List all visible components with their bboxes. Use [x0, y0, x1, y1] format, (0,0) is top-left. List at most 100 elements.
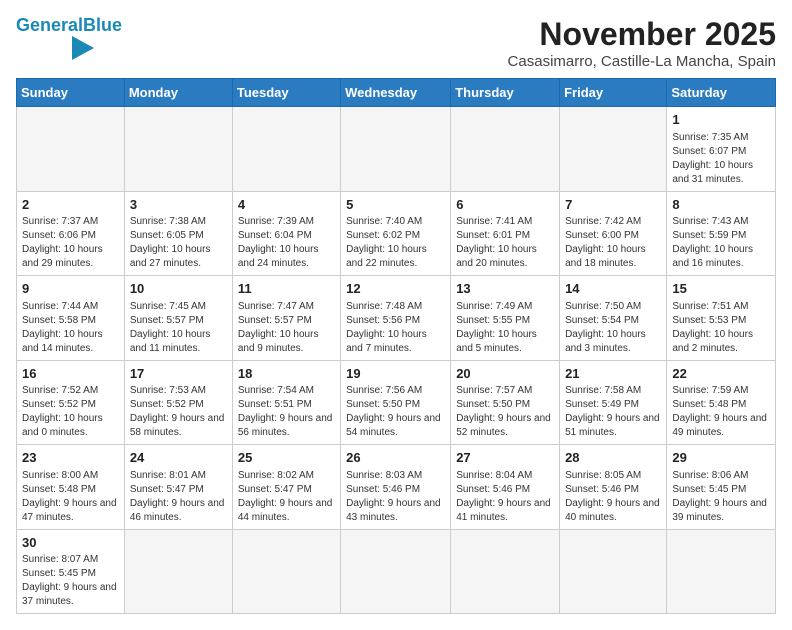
day-info: Sunrise: 8:00 AM Sunset: 5:48 PM Dayligh…: [22, 469, 119, 525]
title-block: November 2025 Casasimarro, Castille-La M…: [508, 16, 776, 70]
calendar-cell: 27Sunrise: 8:04 AM Sunset: 5:46 PM Dayli…: [451, 445, 560, 530]
day-info: Sunrise: 7:56 AM Sunset: 5:50 PM Dayligh…: [346, 384, 445, 440]
day-number: 23: [22, 449, 119, 467]
calendar-cell: [17, 107, 125, 192]
day-info: Sunrise: 7:58 AM Sunset: 5:49 PM Dayligh…: [565, 384, 661, 440]
day-info: Sunrise: 7:52 AM Sunset: 5:52 PM Dayligh…: [22, 384, 119, 440]
day-header-tuesday: Tuesday: [232, 79, 340, 107]
calendar-cell: [560, 107, 667, 192]
day-number: 6: [456, 196, 554, 214]
day-number: 7: [565, 196, 661, 214]
calendar-cell: 14 Sunrise: 7:50 AM Sunset: 5:54 PM Dayli…: [560, 276, 667, 361]
calendar-week-row: 16Sunrise: 7:52 AM Sunset: 5:52 PM Dayli…: [17, 360, 776, 445]
day-number: 19: [346, 365, 445, 383]
calendar-title: November 2025: [508, 16, 776, 53]
day-info: Sunrise: 7:51 AM Sunset: 5:53 PM Dayligh…: [672, 300, 770, 356]
day-number: 30: [22, 534, 119, 552]
calendar-week-row: 2Sunrise: 7:37 AM Sunset: 6:06 PM Daylig…: [17, 191, 776, 276]
calendar-cell: [124, 107, 232, 192]
calendar-cell: 4Sunrise: 7:39 AM Sunset: 6:04 PM Daylig…: [232, 191, 340, 276]
calendar-cell: 19Sunrise: 7:56 AM Sunset: 5:50 PM Dayli…: [341, 360, 451, 445]
day-info: Sunrise: 8:02 AM Sunset: 5:47 PM Dayligh…: [238, 469, 335, 525]
day-number: 18: [238, 365, 335, 383]
calendar-header-row: SundayMondayTuesdayWednesdayThursdayFrid…: [17, 79, 776, 107]
calendar-week-row: 1 Sunrise: 7:35 AM Sunset: 6:07 PM Daylig…: [17, 107, 776, 192]
calendar-cell: 25 Sunrise: 8:02 AM Sunset: 5:47 PM Dayli…: [232, 445, 340, 530]
day-info: Sunrise: 7:54 AM Sunset: 5:51 PM Dayligh…: [238, 384, 335, 440]
calendar-cell: [451, 529, 560, 614]
calendar-cell: [667, 529, 776, 614]
day-info: Sunrise: 7:42 AM Sunset: 6:00 PM Dayligh…: [565, 215, 661, 271]
calendar-cell: 8Sunrise: 7:43 AM Sunset: 5:59 PM Daylig…: [667, 191, 776, 276]
day-number: 16: [22, 365, 119, 383]
day-info: Sunrise: 8:05 AM Sunset: 5:46 PM Dayligh…: [565, 469, 661, 525]
day-number: 4: [238, 196, 335, 214]
day-number: 14: [565, 280, 661, 298]
day-header-sunday: Sunday: [17, 79, 125, 107]
day-info: Sunrise: 7:48 AM Sunset: 5:56 PM Dayligh…: [346, 300, 445, 356]
day-header-wednesday: Wednesday: [341, 79, 451, 107]
day-info: Sunrise: 7:35 AM Sunset: 6:07 PM Dayligh…: [672, 131, 770, 187]
day-number: 1: [672, 111, 770, 129]
calendar-cell: 21Sunrise: 7:58 AM Sunset: 5:49 PM Dayli…: [560, 360, 667, 445]
calendar-cell: [451, 107, 560, 192]
day-info: Sunrise: 8:07 AM Sunset: 5:45 PM Dayligh…: [22, 553, 119, 609]
calendar-cell: 10Sunrise: 7:45 AM Sunset: 5:57 PM Dayli…: [124, 276, 232, 361]
day-info: Sunrise: 7:59 AM Sunset: 5:48 PM Dayligh…: [672, 384, 770, 440]
day-info: Sunrise: 7:53 AM Sunset: 5:52 PM Dayligh…: [130, 384, 227, 440]
day-info: Sunrise: 8:01 AM Sunset: 5:47 PM Dayligh…: [130, 469, 227, 525]
calendar-cell: 24 Sunrise: 8:01 AM Sunset: 5:47 PM Dayli…: [124, 445, 232, 530]
day-header-saturday: Saturday: [667, 79, 776, 107]
day-info: Sunrise: 7:47 AM Sunset: 5:57 PM Dayligh…: [238, 300, 335, 356]
day-number: 28: [565, 449, 661, 467]
calendar-cell: [124, 529, 232, 614]
calendar-cell: 15Sunrise: 7:51 AM Sunset: 5:53 PM Dayli…: [667, 276, 776, 361]
calendar-cell: 22Sunrise: 7:59 AM Sunset: 5:48 PM Dayli…: [667, 360, 776, 445]
day-number: 20: [456, 365, 554, 383]
calendar-cell: [341, 529, 451, 614]
day-number: 10: [130, 280, 227, 298]
calendar-cell: 16Sunrise: 7:52 AM Sunset: 5:52 PM Dayli…: [17, 360, 125, 445]
day-number: 13: [456, 280, 554, 298]
calendar-subtitle: Casasimarro, Castille-La Mancha, Spain: [508, 53, 776, 70]
calendar-cell: [232, 529, 340, 614]
calendar-week-row: 9Sunrise: 7:44 AM Sunset: 5:58 PM Daylig…: [17, 276, 776, 361]
day-number: 21: [565, 365, 661, 383]
calendar-cell: [560, 529, 667, 614]
calendar-cell: 17Sunrise: 7:53 AM Sunset: 5:52 PM Dayli…: [124, 360, 232, 445]
day-header-thursday: Thursday: [451, 79, 560, 107]
day-info: Sunrise: 7:38 AM Sunset: 6:05 PM Dayligh…: [130, 215, 227, 271]
calendar-cell: 30Sunrise: 8:07 AM Sunset: 5:45 PM Dayli…: [17, 529, 125, 614]
day-info: Sunrise: 7:41 AM Sunset: 6:01 PM Dayligh…: [456, 215, 554, 271]
day-number: 12: [346, 280, 445, 298]
calendar-cell: 12 Sunrise: 7:48 AM Sunset: 5:56 PM Dayli…: [341, 276, 451, 361]
day-number: 17: [130, 365, 227, 383]
day-info: Sunrise: 7:50 AM Sunset: 5:54 PM Dayligh…: [565, 300, 661, 356]
day-number: 24: [130, 449, 227, 467]
day-number: 25: [238, 449, 335, 467]
day-number: 9: [22, 280, 119, 298]
calendar-cell: 28 Sunrise: 8:05 AM Sunset: 5:46 PM Dayli…: [560, 445, 667, 530]
calendar-week-row: 23 Sunrise: 8:00 AM Sunset: 5:48 PM Dayli…: [17, 445, 776, 530]
day-header-friday: Friday: [560, 79, 667, 107]
day-number: 11: [238, 280, 335, 298]
day-number: 3: [130, 196, 227, 214]
calendar-cell: 23 Sunrise: 8:00 AM Sunset: 5:48 PM Dayli…: [17, 445, 125, 530]
calendar-cell: 26Sunrise: 8:03 AM Sunset: 5:46 PM Dayli…: [341, 445, 451, 530]
day-info: Sunrise: 8:04 AM Sunset: 5:46 PM Dayligh…: [456, 469, 554, 525]
calendar-cell: 3Sunrise: 7:38 AM Sunset: 6:05 PM Daylig…: [124, 191, 232, 276]
day-info: Sunrise: 7:37 AM Sunset: 6:06 PM Dayligh…: [22, 215, 119, 271]
calendar-cell: 6Sunrise: 7:41 AM Sunset: 6:01 PM Daylig…: [451, 191, 560, 276]
page-header: GeneralBlue November 2025 Casasimarro, C…: [16, 16, 776, 70]
calendar-cell: 29Sunrise: 8:06 AM Sunset: 5:45 PM Dayli…: [667, 445, 776, 530]
day-number: 26: [346, 449, 445, 467]
calendar-cell: 5Sunrise: 7:40 AM Sunset: 6:02 PM Daylig…: [341, 191, 451, 276]
day-number: 5: [346, 196, 445, 214]
calendar-cell: 2Sunrise: 7:37 AM Sunset: 6:06 PM Daylig…: [17, 191, 125, 276]
calendar-cell: 13Sunrise: 7:49 AM Sunset: 5:55 PM Dayli…: [451, 276, 560, 361]
day-number: 8: [672, 196, 770, 214]
logo-text: GeneralBlue: [16, 16, 122, 34]
calendar-cell: 1 Sunrise: 7:35 AM Sunset: 6:07 PM Daylig…: [667, 107, 776, 192]
day-info: Sunrise: 7:43 AM Sunset: 5:59 PM Dayligh…: [672, 215, 770, 271]
day-header-monday: Monday: [124, 79, 232, 107]
